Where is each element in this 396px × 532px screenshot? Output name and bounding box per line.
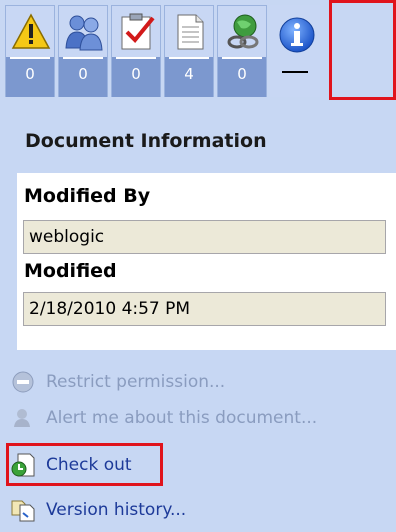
document-info-title: Document Information	[25, 130, 267, 152]
modified-by-label: Modified By	[24, 185, 151, 207]
restrict-icon	[12, 371, 34, 393]
check-out-highlight	[6, 443, 163, 486]
modified-by-field: weblogic	[23, 220, 386, 254]
tasks-icon	[121, 13, 155, 50]
info-icon	[279, 17, 315, 53]
action-label: Restrict permission...	[46, 372, 226, 392]
alert-me-action[interactable]: Alert me about this document...	[10, 403, 317, 433]
tab-count: 0	[218, 57, 266, 97]
tab-count: 0	[59, 57, 107, 97]
warning-icon	[11, 13, 51, 49]
tab-count: 0	[112, 57, 160, 97]
tab-information[interactable]	[270, 5, 320, 97]
tab-count: 0	[6, 57, 54, 97]
version-history-icon	[11, 500, 35, 522]
active-tab-underline	[282, 71, 308, 73]
document-icon	[177, 14, 204, 50]
document-info-panel: 0 0 0 4 0 Document Information Modified …	[0, 0, 396, 532]
tab-warnings[interactable]: 0	[5, 5, 55, 97]
alert-icon	[14, 409, 30, 427]
restrict-permission-action[interactable]: Restrict permission...	[10, 367, 225, 397]
tab-links[interactable]: 0	[217, 5, 267, 97]
tab-count: 4	[165, 57, 213, 97]
links-icon	[227, 14, 259, 49]
people-icon	[65, 15, 103, 51]
action-label: Alert me about this document...	[46, 408, 318, 428]
modified-field: 2/18/2010 4:57 PM	[23, 292, 386, 326]
tab-members[interactable]: 0	[58, 5, 108, 97]
action-label: Version history...	[46, 500, 187, 520]
modified-label: Modified	[24, 260, 117, 282]
tab-tasks[interactable]: 0	[111, 5, 161, 97]
version-history-action[interactable]: Version history...	[10, 495, 186, 525]
info-tab-highlight	[329, 0, 396, 100]
tab-documents[interactable]: 4	[164, 5, 214, 97]
